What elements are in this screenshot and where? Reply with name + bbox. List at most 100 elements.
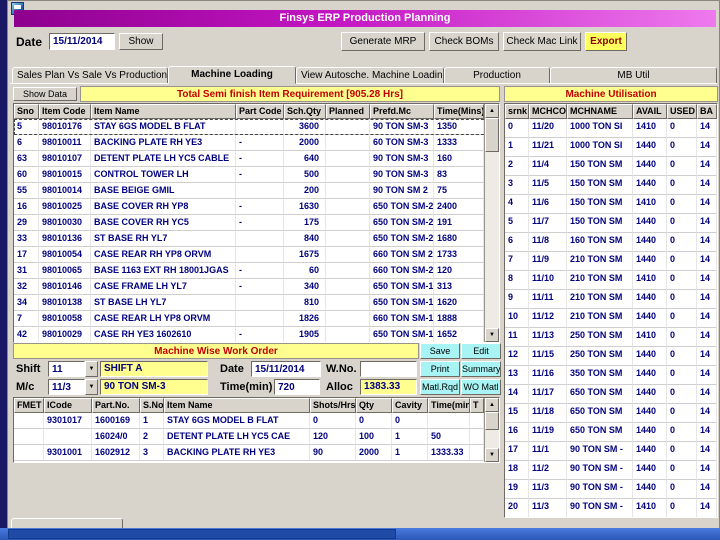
table-row[interactable]: 42 98010029 CASE RH YE3 1602610-1905 650 TO… [14, 327, 499, 342]
generate-mrp-button[interactable]: Generate MRP [341, 32, 425, 51]
print-button[interactable]: Print [420, 361, 460, 377]
table-row[interactable]: 34 98010138 ST BASE LH YL7 810 650 TON SM-1 1… [14, 295, 499, 311]
table-row[interactable]: 11 11/13 250 TON SM 1410 0 14 [505, 328, 717, 347]
table-row[interactable]: 33 98010136 ST BASE RH YL7 840 650 TON SM-2 1… [14, 231, 499, 247]
table-row[interactable]: 16 11/19 650 TON SM 1440 0 14 [505, 423, 717, 442]
scrollbar-thumb[interactable] [8, 529, 396, 539]
tab-view-autosche-machine-loading[interactable]: View Autosche. Machine Loading [296, 67, 444, 84]
wo-matl-button[interactable]: WO Matl [461, 379, 501, 395]
column-header-mchname[interactable]: MCHNAME [567, 104, 633, 119]
column-header-sno[interactable]: Sno [14, 104, 39, 119]
scroll-up-icon[interactable]: ▲ [485, 398, 499, 412]
table-row[interactable]: 16024/0 2 DETENT PLATE LH YC5 CAE 120 100 1 50 [14, 429, 499, 445]
column-header-cavity[interactable]: Cavity [392, 398, 428, 413]
table-row[interactable]: 6 11/8 160 TON SM 1440 0 14 [505, 233, 717, 252]
save-button[interactable]: Save [420, 343, 460, 359]
table-row[interactable]: 5 11/7 150 TON SM 1440 0 14 [505, 214, 717, 233]
cell: 1440 [633, 347, 667, 366]
mc-dropdown-icon[interactable]: ▼ [85, 379, 98, 395]
column-header-time-min-[interactable]: Time(min) [428, 398, 470, 413]
table-row[interactable]: 63 98010107 DETENT PLATE LH YC5 CABLE -640 9… [14, 151, 499, 167]
table-row[interactable]: 2 11/4 150 TON SM 1440 0 14 [505, 157, 717, 176]
column-header-ba[interactable]: BA [697, 104, 717, 119]
table-row[interactable]: 18 11/2 90 TON SM -1440 0 14 [505, 461, 717, 480]
horizontal-scrollbar[interactable] [0, 528, 720, 540]
column-header-qty[interactable]: Qty [356, 398, 392, 413]
table-row[interactable]: 8 11/10 210 TON SM 1410 0 14 [505, 271, 717, 290]
column-header-time-mins-[interactable]: Time(Mins) [434, 104, 484, 119]
wno-input[interactable] [360, 361, 417, 377]
table-row[interactable]: 3 11/5 150 TON SM 1440 0 14 [505, 176, 717, 195]
column-header-icode[interactable]: ICode [44, 398, 92, 413]
column-header-t[interactable]: T [470, 398, 484, 413]
table-row[interactable]: 9301001 1602912 3 BACKING PLATE RH YE3 90 200… [14, 445, 499, 461]
table-row[interactable]: 7 11/9 210 TON SM 1440 0 14 [505, 252, 717, 271]
scroll-up-icon[interactable]: ▲ [485, 104, 499, 118]
shift-input[interactable] [48, 361, 85, 377]
column-header-shots-hrs[interactable]: Shots/Hrs [310, 398, 356, 413]
column-header-prefd-mc[interactable]: Prefd.Mc [370, 104, 434, 119]
column-header-sch-qty[interactable]: Sch.Qty [284, 104, 326, 119]
shift-dropdown-icon[interactable]: ▼ [85, 361, 98, 377]
tab-sales-plan[interactable]: Sales Plan Vs Sale Vs Production [12, 67, 168, 84]
cell: - [236, 263, 284, 279]
table-row[interactable]: 17 11/1 90 TON SM -1440 0 14 [505, 442, 717, 461]
time-input[interactable] [274, 379, 320, 395]
table-row[interactable]: 10 11/12 210 TON SM 1440 0 14 [505, 309, 717, 328]
table-row[interactable]: 29 98010030 BASE COVER RH YC5-175 650 TON S… [14, 215, 499, 231]
table-row[interactable]: 13 11/16 350 TON SM 1440 0 14 [505, 366, 717, 385]
tab-machine-loading[interactable]: Machine Loading [168, 66, 296, 84]
table-row[interactable]: 0 11/20 1000 TON SI 1410 0 14 [505, 119, 717, 138]
table-row[interactable]: 6 98010011 BACKING PLATE RH YE3-2000 60 TON… [14, 135, 499, 151]
scroll-down-icon[interactable]: ▼ [485, 448, 499, 462]
column-header-item-code[interactable]: Item Code [39, 104, 91, 119]
date-input[interactable] [49, 33, 115, 50]
table-row[interactable]: 32 98010146 CASE FRAME LH YL7-340 650 TON S… [14, 279, 499, 295]
table-row[interactable]: 15 11/18 650 TON SM 1440 0 14 [505, 404, 717, 423]
table-row[interactable]: 60 98010015 CONTROL TOWER LH -500 90 TON SM-… [14, 167, 499, 183]
table-row[interactable]: 4 11/6 150 TON SM 1410 0 14 [505, 195, 717, 214]
column-header-mchco[interactable]: MCHCO [529, 104, 567, 119]
export-button[interactable]: Export [585, 32, 627, 51]
check-mac-link-button[interactable]: Check Mac Link [503, 32, 581, 51]
column-header-s-no[interactable]: S.No [140, 398, 164, 413]
column-header-part-code[interactable]: Part Code [236, 104, 284, 119]
wo-date-input[interactable] [251, 361, 321, 377]
semi-finish-grid-header: Sno Item Code Item Name Part Code Sch.Qty Pla… [14, 104, 499, 119]
table-row[interactable]: 17 98010054 CASE REAR RH YP8 ORVM 1675 660 T… [14, 247, 499, 263]
show-button[interactable]: Show [119, 33, 163, 50]
tab-production[interactable]: Production [444, 67, 550, 84]
table-row[interactable]: 31 98010065 BASE 1163 EXT RH 18001JGAS -60 6… [14, 263, 499, 279]
table-row[interactable]: 16 98010025 BASE COVER RH YP8-1630 650 TON … [14, 199, 499, 215]
table-row[interactable]: 1 11/21 1000 TON SI 1440 0 14 [505, 138, 717, 157]
scrollbar-thumb[interactable] [485, 412, 499, 430]
scrollbar-thumb[interactable] [485, 118, 499, 152]
table-row[interactable]: 12 11/15 250 TON SM 1440 0 14 [505, 347, 717, 366]
table-row[interactable]: 9 11/11 210 TON SM 1440 0 14 [505, 290, 717, 309]
check-boms-button[interactable]: Check BOMs [429, 32, 499, 51]
vertical-scrollbar[interactable]: ▲ ▼ [484, 104, 499, 342]
column-header-planned[interactable]: Planned [326, 104, 370, 119]
column-header-fmet[interactable]: FMET [14, 398, 44, 413]
column-header-srnk[interactable]: srnk [505, 104, 529, 119]
column-header-used[interactable]: USED [667, 104, 697, 119]
edit-button[interactable]: Edit [461, 343, 501, 359]
tab-mb-util[interactable]: MB Util [550, 67, 717, 84]
column-header-part-no-[interactable]: Part.No. [92, 398, 140, 413]
table-row[interactable]: 9301017 1600169 1 STAY 6GS MODEL B FLAT 0 0 0 [14, 413, 499, 429]
matl-rqd-button[interactable]: Matl.Rqd [420, 379, 460, 395]
column-header-item-name[interactable]: Item Name [164, 398, 310, 413]
summary-button[interactable]: Summary [461, 361, 501, 377]
column-header-avail[interactable]: AVAIL [633, 104, 667, 119]
column-header-item-name[interactable]: Item Name [91, 104, 236, 119]
table-row[interactable]: 55 98010014 BASE BEIGE GMIL 200 90 TON SM 27… [14, 183, 499, 199]
vertical-scrollbar[interactable]: ▲ ▼ [484, 398, 499, 462]
show-data-button[interactable]: Show Data [13, 87, 77, 101]
mc-input[interactable] [48, 379, 85, 395]
table-row[interactable]: 14 11/17 650 TON SM 1440 0 14 [505, 385, 717, 404]
table-row[interactable]: 5 98010176 STAY 6GS MODEL B FLAT 3600 90 TON… [14, 119, 499, 135]
table-row[interactable]: 7 98010058 CASE REAR LH YP8 ORVM 1826 660 TO… [14, 311, 499, 327]
table-row[interactable]: 19 11/3 90 TON SM -1440 0 14 [505, 480, 717, 499]
table-row[interactable]: 20 11/3 90 TON SM -1410 0 14 [505, 499, 717, 517]
scroll-down-icon[interactable]: ▼ [485, 328, 499, 342]
